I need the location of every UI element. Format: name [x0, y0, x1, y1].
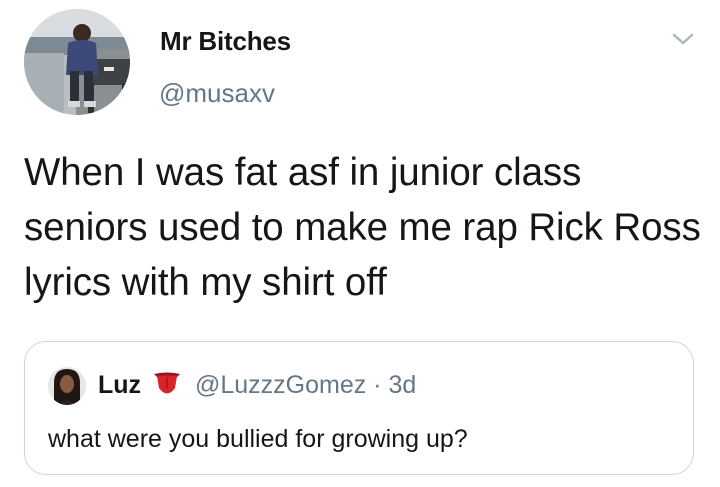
tweet-text: When I was fat asf in junior class senio…	[24, 151, 701, 304]
author-handle[interactable]: @musaxv	[159, 77, 275, 109]
quoted-author-avatar[interactable]	[48, 367, 86, 405]
avatar-photo-icon	[48, 367, 86, 405]
quoted-author-display-name[interactable]: Luz	[98, 371, 141, 399]
quoted-author-handle[interactable]: @LuzzzGomez	[195, 371, 366, 399]
avatar-photo-icon	[24, 9, 130, 115]
chevron-down-icon[interactable]	[670, 28, 696, 50]
quoted-tweet-header: Luz @LuzzzGomez · 3d	[98, 368, 416, 402]
separator-dot: ·	[373, 371, 382, 399]
author-avatar[interactable]	[24, 9, 130, 115]
quoted-tweet-text: what were you bullied for growing up?	[48, 425, 468, 453]
tweet-card[interactable]: Mr Bitches @musaxv When I was fat asf in…	[0, 0, 720, 487]
quoted-timestamp[interactable]: 3d	[388, 371, 416, 399]
quoted-tweet[interactable]: Luz @LuzzzGomez · 3d what were you bulli…	[24, 341, 694, 475]
tongue-emoji-icon	[154, 372, 180, 394]
author-display-name[interactable]: Mr Bitches	[160, 24, 291, 58]
